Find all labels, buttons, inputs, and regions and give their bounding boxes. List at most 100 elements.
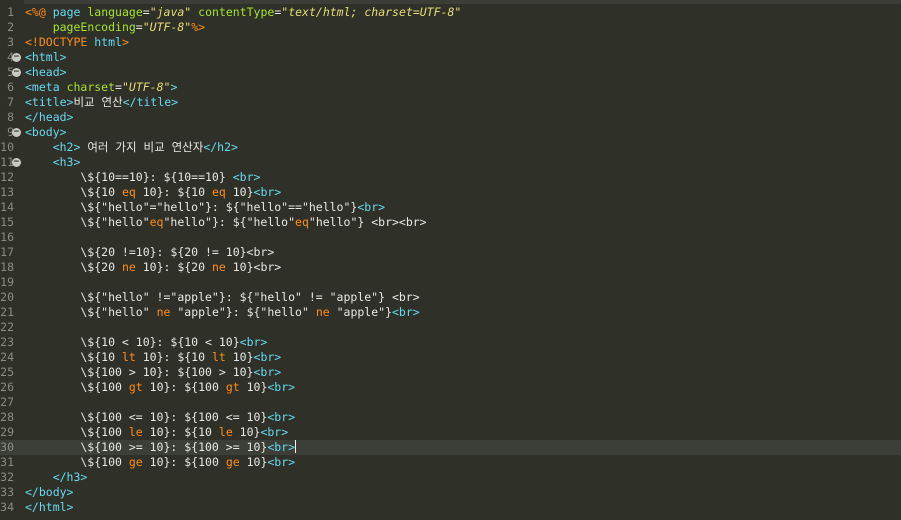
code-token: </head> (25, 110, 74, 124)
line-number: 22 (0, 320, 14, 334)
code-line[interactable]: 25 \${100 > 10}: ${100 > 10}<br> (0, 365, 901, 380)
code-line[interactable]: 5− <head> (0, 65, 901, 80)
code-line[interactable]: 8 </head> (0, 110, 901, 125)
code-line[interactable]: 14 \${"hello"="hello"}: ${"hello"=="hell… (0, 200, 901, 215)
code-line[interactable]: 3 <!DOCTYPE html> (0, 35, 901, 50)
code-line[interactable]: 21 \${"hello" ne "apple"}: ${"hello" ne … (0, 305, 901, 320)
code-line[interactable]: 26 \${100 gt 10}: ${100 gt 10}<br> (0, 380, 901, 395)
code-line[interactable]: 4− <html> (0, 50, 901, 65)
code-area[interactable]: 1 <%@ page language="java" contentType="t… (0, 5, 901, 515)
code-line[interactable]: 30 \${100 >= 10}: ${100 >= 10}<br> (0, 440, 901, 455)
code-line[interactable]: 10 <h2> 여러 가지 비교 연산자</h2> (0, 140, 901, 155)
code-line[interactable]: 32 </h3> (0, 470, 901, 485)
code-text: \${"hello" !="apple"}: ${"hello" != "app… (25, 290, 420, 305)
line-number: 31 (0, 455, 14, 469)
code-token: 10} (239, 380, 268, 394)
code-line[interactable]: 6 <meta charset="UTF-8"> (0, 80, 901, 95)
code-line[interactable]: 33 </body> (0, 485, 901, 500)
code-token: <!DOCTYPE (25, 35, 95, 49)
code-line[interactable]: 29 \${100 le 10}: ${10 le 10}<br> (0, 425, 901, 440)
code-token: <meta (25, 80, 60, 94)
code-token: le (128, 425, 143, 439)
code-text: \${100 > 10}: ${100 > 10}<br> (25, 365, 281, 380)
code-line[interactable]: 9− <body> (0, 125, 901, 140)
code-text: <!DOCTYPE html> (25, 35, 129, 50)
code-text: \${100 gt 10}: ${100 gt 10}<br> (25, 380, 295, 395)
line-number: 26 (0, 380, 14, 394)
code-line[interactable]: 18 \${20 ne 10}: ${20 ne 10}<br> (0, 260, 901, 275)
code-text: \${10==10}: ${10==10} <br> (25, 170, 260, 185)
code-line[interactable]: 13 \${10 eq 10}: ${10 eq 10}<br> (0, 185, 901, 200)
code-token: 10} (239, 455, 268, 469)
line-number: 8 (7, 110, 14, 124)
code-editor[interactable]: 1 <%@ page language="java" contentType="t… (0, 0, 901, 520)
line-number: 33 (0, 485, 14, 499)
code-token: <br> (232, 170, 261, 184)
code-token: "apple"}: ${"hello" (170, 305, 316, 319)
code-token: "java" (149, 5, 192, 19)
code-text: <head> (25, 65, 67, 80)
code-line[interactable]: 2 pageEncoding="UTF-8"%> (0, 20, 901, 35)
code-token: ge (128, 455, 143, 469)
code-token: <br> (267, 440, 296, 454)
code-token: \${"hello" !="apple"}: ${"hello" != "app… (25, 290, 420, 304)
fold-collapse-icon[interactable]: − (12, 53, 21, 62)
code-token: "UTF-8" (121, 80, 171, 94)
code-line[interactable]: 22 (0, 320, 901, 335)
code-token: </h2> (203, 140, 238, 154)
code-token: </h3> (52, 470, 88, 484)
code-token: \${20 (25, 260, 122, 274)
code-text: \${100 <= 10}: ${100 <= 10}<br> (25, 410, 295, 425)
code-line[interactable]: 24 \${10 lt 10}: ${10 lt 10}<br> (0, 350, 901, 365)
line-number: 25 (0, 365, 14, 379)
line-number: 18 (0, 260, 14, 274)
code-token: lt (121, 350, 136, 364)
line-number: 17 (0, 245, 14, 259)
code-line[interactable]: 20 \${"hello" !="apple"}: ${"hello" != "… (0, 290, 901, 305)
line-number: 21 (0, 305, 14, 319)
code-line[interactable]: 12 \${10==10}: ${10==10} <br> (0, 170, 901, 185)
code-token: <title> (25, 95, 74, 109)
code-token: "UTF-8" (142, 20, 192, 34)
code-text: <body> (25, 125, 67, 140)
code-line[interactable]: 27 (0, 395, 901, 410)
fold-collapse-icon[interactable]: − (12, 158, 21, 167)
code-line[interactable]: 28 \${100 <= 10}: ${100 <= 10}<br> (0, 410, 901, 425)
code-token: \${100 >= 10}: ${100 >= 10} (25, 440, 268, 454)
line-number: 13 (0, 185, 14, 199)
code-token: </title> (122, 95, 179, 109)
fold-collapse-icon[interactable]: − (12, 128, 21, 137)
code-token: gt (128, 380, 143, 394)
code-token: ne (315, 305, 330, 319)
code-token: le (218, 425, 233, 439)
code-token: > (170, 80, 178, 94)
code-token: "hello"} <br><br> (308, 215, 427, 229)
code-line[interactable]: 31 \${100 ge 10}: ${100 ge 10}<br> (0, 455, 901, 470)
code-token: \${"hello" (25, 305, 157, 319)
code-line[interactable]: 15 \${"hello"eq"hello"}: ${"hello"eq"hel… (0, 215, 901, 230)
code-token: ge (225, 455, 240, 469)
code-token: \${100 (25, 380, 129, 394)
code-line[interactable]: 1 <%@ page language="java" contentType="t… (0, 5, 901, 20)
code-line[interactable]: 17 \${20 !=10}: ${20 != 10}<br> (0, 245, 901, 260)
code-token: </html> (25, 500, 74, 514)
code-text: </html> (25, 500, 73, 515)
code-token: <h2> (52, 140, 81, 154)
code-token: \${10==10}: ${10==10} (25, 170, 233, 184)
code-line[interactable]: 19 (0, 275, 901, 290)
code-line[interactable]: 7 <title>비교 연산</title> (0, 95, 901, 110)
code-line[interactable]: 11− <h3> (0, 155, 901, 170)
line-number: 30 (0, 440, 14, 454)
code-token: <%@ (25, 5, 46, 19)
code-token: pageEncoding (52, 20, 136, 34)
code-text: \${100 le 10}: ${10 le 10}<br> (25, 425, 288, 440)
code-line[interactable]: 23 \${10 < 10}: ${10 < 10}<br> (0, 335, 901, 350)
code-line[interactable]: 34 </html> (0, 500, 901, 515)
code-line[interactable]: 16 (0, 230, 901, 245)
code-token: <br> (357, 200, 386, 214)
code-token: 10}: ${20 (135, 260, 212, 274)
code-token: <br> (267, 455, 296, 469)
fold-collapse-icon[interactable]: − (12, 68, 21, 77)
code-text: \${100 >= 10}: ${100 >= 10}<br> (25, 440, 297, 455)
code-token: <body> (25, 125, 67, 139)
